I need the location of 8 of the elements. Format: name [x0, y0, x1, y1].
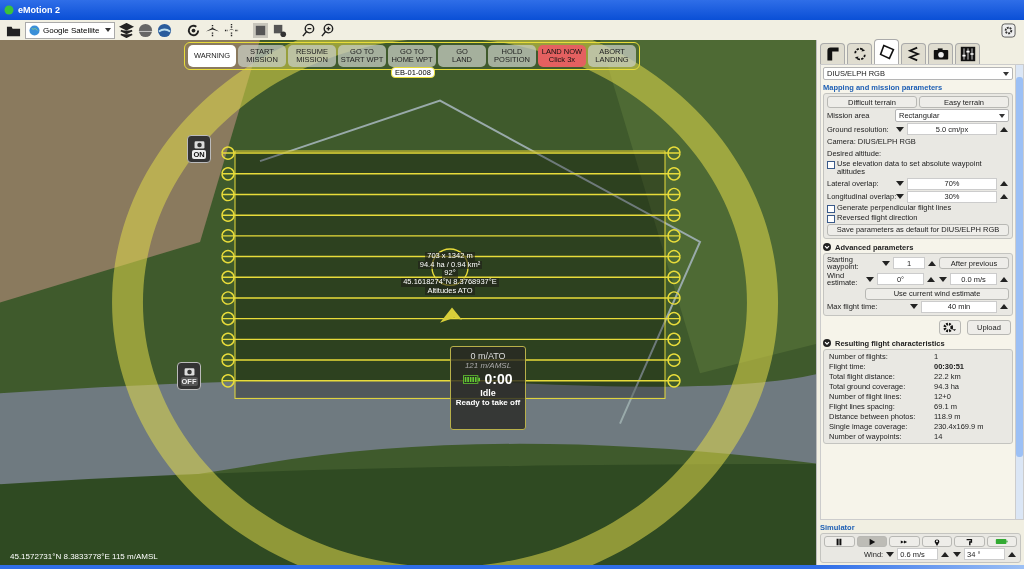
flight-state-text: Idle: [480, 388, 496, 398]
altitude-ato-text: 0 m/ATO: [470, 351, 506, 361]
status-message: Ready to take off: [455, 398, 521, 407]
cursor-coordinates: 45.1572731°N 8.3833778°E 115 m/AMSL: [10, 552, 158, 561]
altitude-amsl-text: 121 m/AMSL: [464, 361, 512, 370]
window-title: eMotion 2: [18, 5, 60, 15]
flight-timer: 0:00: [484, 371, 513, 387]
map-source-dropdown[interactable]: Google Satellite: [25, 21, 115, 39]
